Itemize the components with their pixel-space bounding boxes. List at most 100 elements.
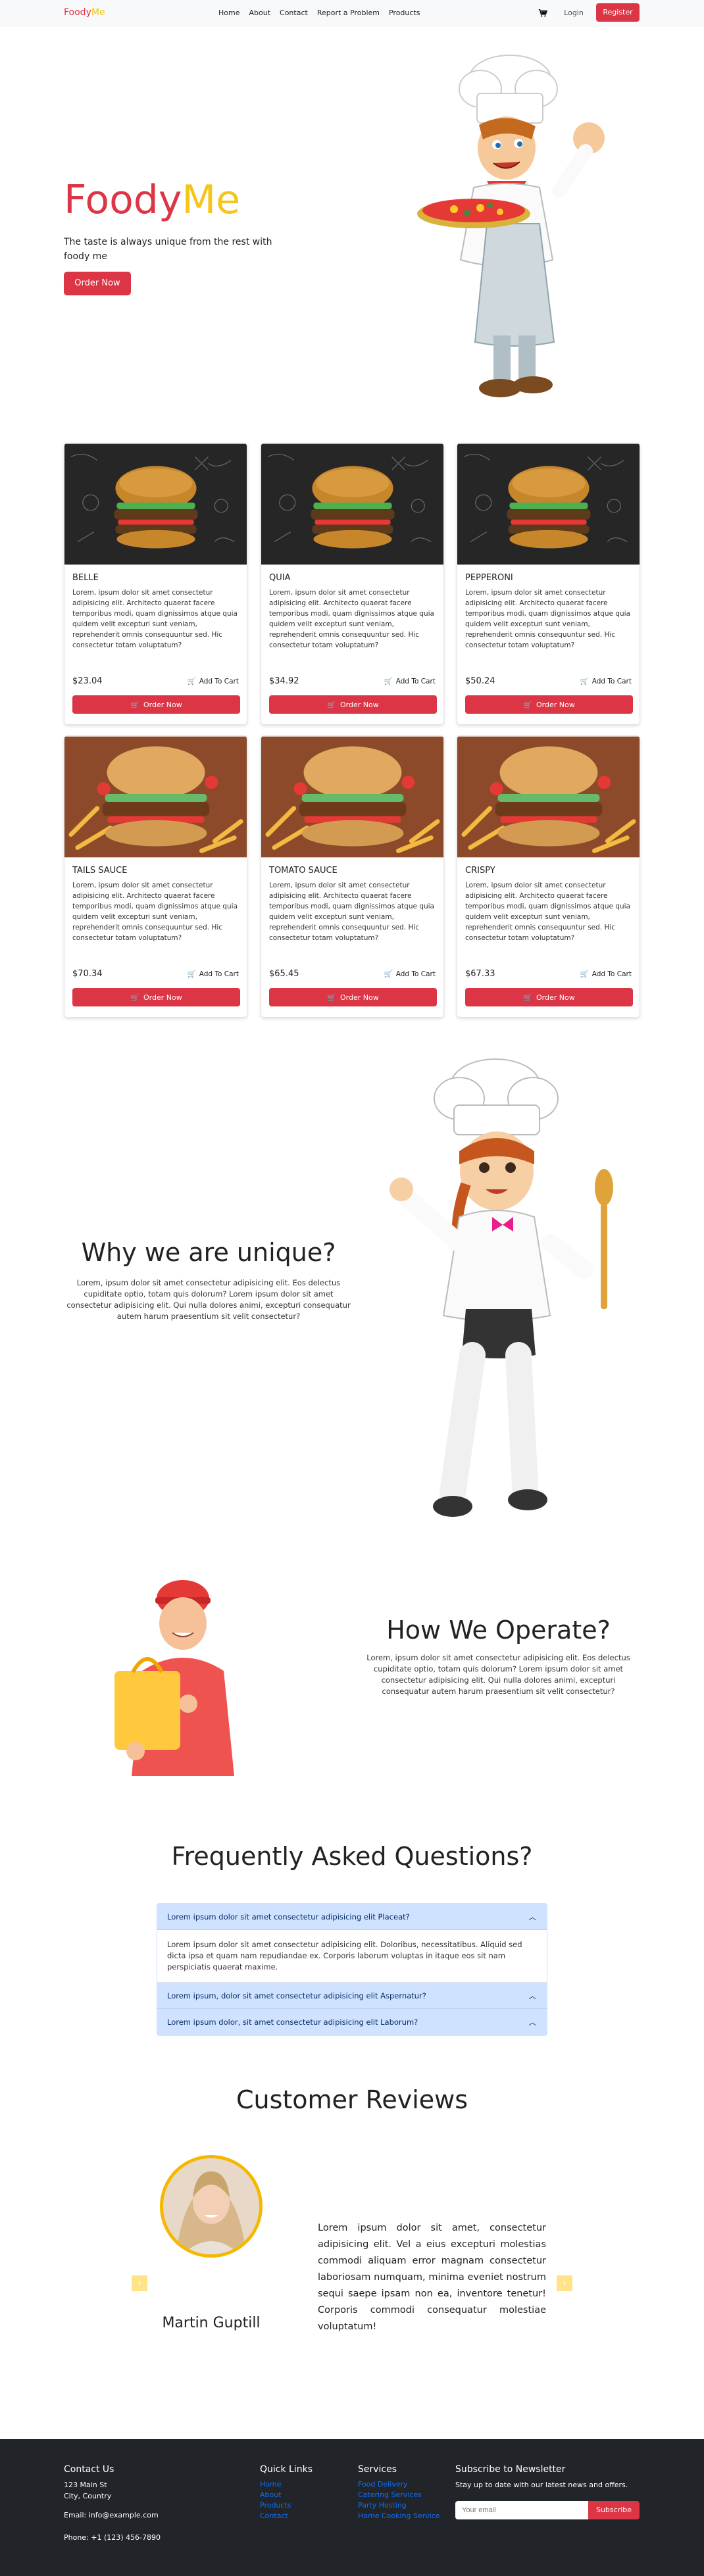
footer-address-line1: 123 Main St [64,2481,107,2489]
chevron-up-icon: ︿ [528,1991,537,2000]
cart-icon[interactable] [538,9,547,18]
cart-icon: 🛒 [327,993,336,1002]
cart-icon: 🛒 [523,700,532,709]
chevron-up-icon: ︿ [528,2018,537,2027]
product-price: $23.04 [72,676,103,686]
faq-question-2[interactable]: Lorem ipsum, dolor sit amet consectetur … [157,1983,547,2009]
add-to-cart-button[interactable]: 🛒 Add To Cart [187,970,239,979]
product-description: Lorem, ipsum dolor sit amet consectetur … [72,589,238,649]
add-to-cart-button[interactable]: 🛒 Add To Cart [580,677,632,686]
cart-icon: 🛒 [130,700,139,709]
nav-link-home[interactable]: Home [218,9,239,17]
footer-link-about[interactable]: About [260,2490,282,2499]
product-image [64,443,247,565]
product-card: TOMATO SAUCE Lorem, ipsum dolor sit amet… [261,735,444,1018]
nav-link-contact[interactable]: Contact [280,9,308,17]
product-description: Lorem, ipsum dolor sit amet consectetur … [465,881,630,942]
faq-accordion: Lorem ipsum dolor sit amet consectetur a… [157,1903,547,2036]
product-image [457,443,640,565]
product-name: PEPPERONI [465,573,513,583]
cart-icon: 🛒 [327,700,336,709]
operate-text: Lorem, ipsum dolor sit amet consectetur … [366,1653,630,1696]
hero-order-now-button[interactable]: Order Now [64,272,131,295]
add-to-cart-button[interactable]: 🛒 Add To Cart [384,677,436,686]
product-name: TAILS SAUCE [72,866,128,876]
brand-logo[interactable]: FoodyMe [64,7,105,18]
product-price: $70.34 [72,969,103,979]
product-price: $34.92 [269,676,299,686]
hero-title: FoodyMe [64,177,241,223]
register-button[interactable]: Register [596,3,640,22]
cart-icon: 🛒 [384,970,393,978]
cart-icon: 🛒 [130,993,139,1002]
cart-icon: 🛒 [187,678,196,685]
hero-tagline: The taste is always unique from the rest… [64,237,272,262]
reviews-title: Customer Reviews [236,2085,468,2114]
order-now-button[interactable]: 🛒 Order Now [465,988,633,1006]
order-now-button[interactable]: 🛒 Order Now [72,695,240,714]
footer-address-line2: City, Country [64,2492,112,2500]
footer-service-party-hosting[interactable]: Party Hosting [358,2501,407,2510]
operate-title: How We Operate? [386,1616,611,1645]
nav-link-report-problem[interactable]: Report a Problem [317,9,380,17]
chef-girl-illustration [390,1058,613,1517]
product-name: QUIA [269,573,291,583]
add-to-cart-button[interactable]: 🛒 Add To Cart [384,970,436,979]
add-to-cart-button[interactable]: 🛒 Add To Cart [187,677,239,686]
nav-link-about[interactable]: About [249,9,270,17]
order-now-button[interactable]: 🛒 Order Now [269,988,437,1006]
order-now-button[interactable]: 🛒 Order Now [72,988,240,1006]
footer-newsletter-title: Subscribe to Newsletter [455,2464,566,2475]
product-description: Lorem, ipsum dolor sit amet consectetur … [269,589,434,649]
faq-question-3[interactable]: Lorem ipsum dolor, sit amet consectetur … [157,2009,547,2035]
reviewer-name: Martin Guptill [162,2315,261,2331]
cart-icon: 🛒 [523,993,532,1002]
chevron-left-icon[interactable]: ‹ [132,2275,147,2291]
product-price: $67.33 [465,969,495,979]
footer-service-home-cooking[interactable]: Home Cooking Service [358,2512,440,2520]
login-button[interactable]: Login [558,6,590,20]
unique-text: Lorem, ipsum dolor sit amet consectetur … [66,1278,351,1321]
chef-with-pizza-illustration [417,55,605,397]
cart-icon: 🛒 [580,970,589,978]
faq-answer-1: Lorem ipsum dolor sit amet consectetur a… [157,1930,547,1983]
order-now-button[interactable]: 🛒 Order Now [269,695,437,714]
subscribe-button[interactable]: Subscribe [588,2501,640,2519]
footer-services-title: Services [358,2464,397,2475]
product-card: TAILS SAUCE Lorem, ipsum dolor sit amet … [64,735,247,1018]
footer-link-home[interactable]: Home [260,2480,281,2489]
chevron-up-icon: ︿ [528,1912,537,1921]
cart-icon: 🛒 [384,678,393,685]
product-description: Lorem, ipsum dolor sit amet consectetur … [269,881,434,942]
reviewer-avatar [160,2155,263,2258]
nav-link-products[interactable]: Products [389,9,420,17]
product-image [64,736,247,858]
product-description: Lorem, ipsum dolor sit amet consectetur … [465,589,630,649]
product-image [261,736,443,858]
footer-link-products[interactable]: Products [260,2501,291,2510]
navbar: FoodyMe Home About Contact Report a Prob… [0,0,704,26]
footer-quick-links-title: Quick Links [260,2464,313,2475]
product-card: QUIA Lorem, ipsum dolor sit amet consect… [261,443,444,725]
cart-icon: 🛒 [580,678,589,685]
footer-contact-title: Contact Us [64,2464,114,2475]
add-to-cart-button[interactable]: 🛒 Add To Cart [580,970,632,979]
footer-email: Email: info@example.com [64,2511,159,2519]
chevron-right-icon[interactable]: › [557,2275,572,2291]
footer-service-food-delivery[interactable]: Food Delivery [358,2480,408,2489]
product-name: BELLE [72,573,99,583]
product-image [457,736,640,858]
faq-title: Frequently Asked Questions? [171,1842,533,1871]
footer-service-catering[interactable]: Catering Services [358,2490,422,2499]
footer-newsletter-text: Stay up to date with our latest news and… [455,2481,628,2489]
product-image [261,443,443,565]
product-price: $50.24 [465,676,495,686]
order-now-button[interactable]: 🛒 Order Now [465,695,633,714]
product-card: BELLE Lorem, ipsum dolor sit amet consec… [64,443,247,725]
review-text: Lorem ipsum dolor sit amet, consectetur … [318,2223,546,2332]
newsletter-email-input[interactable] [455,2501,588,2519]
faq-question-1[interactable]: Lorem ipsum dolor sit amet consectetur a… [157,1904,547,1930]
footer-link-contact[interactable]: Contact [260,2512,288,2520]
product-name: CRISPY [465,866,495,876]
cart-icon: 🛒 [187,970,196,978]
